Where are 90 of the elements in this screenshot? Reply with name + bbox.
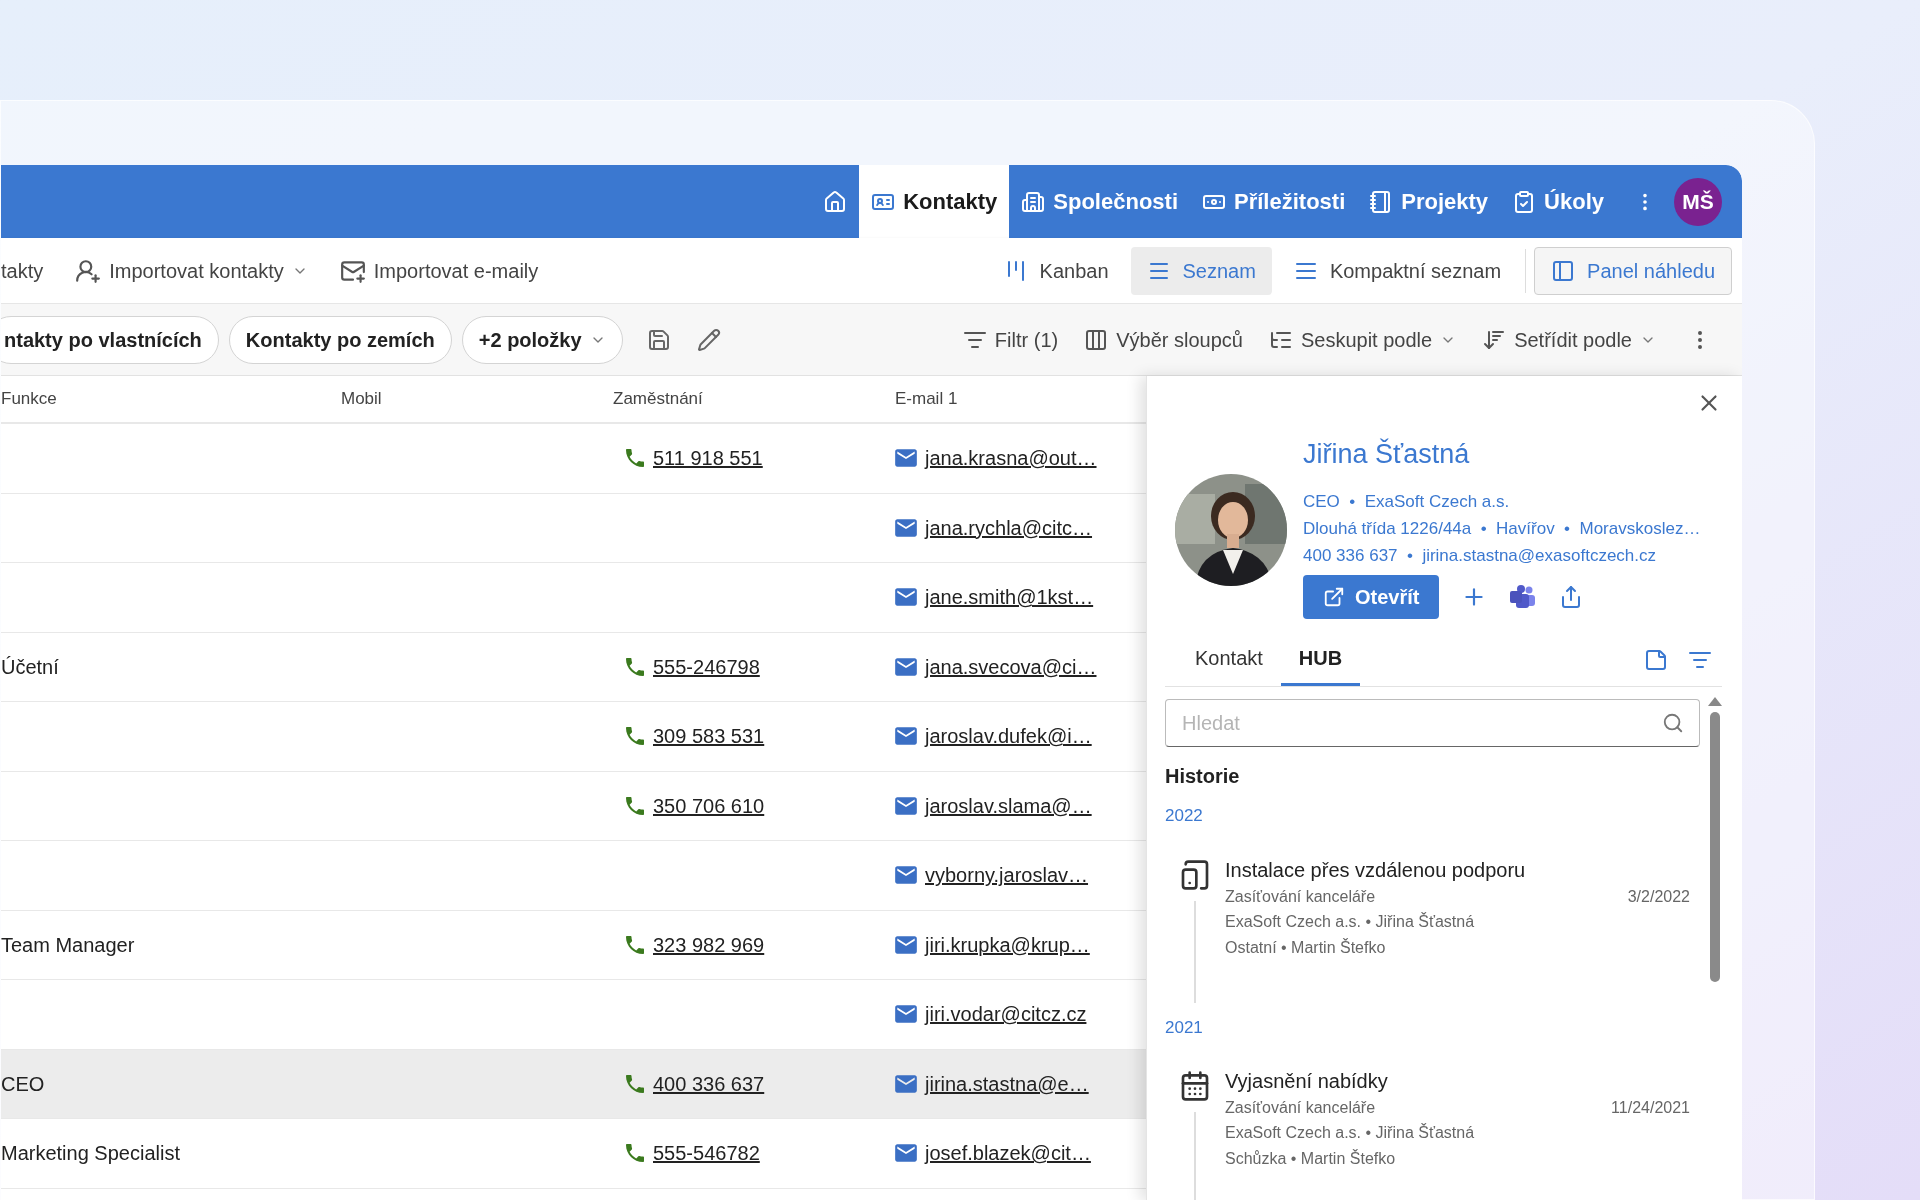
- view-tab[interactable]: Seznam: [1130, 246, 1272, 295]
- table-row[interactable]: 511 918 551 jana.krasna@out…: [1, 424, 1146, 494]
- email-link[interactable]: vyborny.jaroslav…: [925, 860, 1089, 891]
- contact-detail: Dlouhá třída 1226/44a • Havířov • Moravskoslez…: [1303, 518, 1701, 540]
- toolbar-button[interactable]: Filtr (1): [962, 324, 1059, 355]
- edit-icon[interactable]: [696, 327, 721, 352]
- contact-detail: 400 336 637 • jirina.stastna@exasoftczech.cz: [1303, 545, 1657, 567]
- view-tab[interactable]: Kanban: [987, 246, 1125, 295]
- toolbar-button[interactable]: Výběr sloupců: [1084, 324, 1243, 355]
- table-row[interactable]: jiri.vodar@citcz.cz: [1, 980, 1146, 1050]
- view-tab[interactable]: Kompaktní seznam: [1277, 246, 1518, 295]
- external-link-icon: [1323, 586, 1345, 608]
- table-row[interactable]: 309 583 531 jaroslav.dufek@i…: [1, 702, 1146, 772]
- table-row[interactable]: Team Manager 323 982 969 jiri.krupka@krup…: [1, 910, 1146, 980]
- toolbar-button[interactable]: Setřídit podle: [1482, 324, 1656, 355]
- email-link[interactable]: jana.krasna@out…: [925, 443, 1097, 474]
- history-title: Instalace přes vzdálenou podporu: [1225, 857, 1527, 883]
- table-row[interactable]: Marketing Specialist 555-546782 josef.blazek@cit…: [1, 1119, 1146, 1189]
- history-date: 3/2/2022: [1627, 886, 1690, 907]
- save-icon[interactable]: [646, 327, 671, 352]
- column-header[interactable]: Funkce: [1, 386, 341, 412]
- view-chip[interactable]: ntakty po vlastnících: [1, 315, 219, 364]
- nav-tab[interactable]: Společnosti: [1009, 165, 1190, 238]
- history-detail: ExaSoft Czech a.s. • Jiřina Šťastná: [1225, 911, 1476, 932]
- history-detail: Schůzka • Martin Štefko: [1225, 1148, 1397, 1169]
- email-link[interactable]: jane.smith@1kst…: [925, 582, 1094, 613]
- table-row[interactable]: 350 706 610 jaroslav.slama@…: [1, 771, 1146, 841]
- history-subtitle: Zasíťování kanceláře: [1225, 886, 1376, 907]
- table-row[interactable]: jana.rychla@citc…: [1, 493, 1146, 563]
- team-icon[interactable]: [1509, 585, 1538, 609]
- view-chip[interactable]: Kontakty po zemích: [228, 315, 452, 364]
- phone-link[interactable]: 555-546782: [653, 1138, 760, 1169]
- phone-link[interactable]: 400 336 637: [653, 1068, 765, 1099]
- phone-link[interactable]: 309 583 531: [653, 721, 765, 752]
- table-row[interactable]: vyborny.jaroslav…: [1, 841, 1146, 911]
- contact-add-icon: [75, 257, 102, 284]
- open-button[interactable]: Otevřít: [1303, 575, 1440, 619]
- command-button[interactable]: Importovat kontakty: [75, 255, 308, 286]
- column-header[interactable]: Mobil: [341, 386, 613, 412]
- table-row[interactable]: Účetní 555-246798 jana.svecova@ci…: [1, 632, 1146, 702]
- note-icon[interactable]: [1644, 648, 1668, 672]
- email-link[interactable]: jirina.stastna@e…: [925, 1068, 1089, 1099]
- contact-name: Jiřina Šťastná: [1303, 437, 1471, 471]
- history-date: 11/24/2021: [1611, 1098, 1690, 1118]
- email-link[interactable]: jiri.krupka@krup…: [925, 929, 1090, 960]
- email-link[interactable]: jana.svecova@ci…: [925, 651, 1097, 682]
- user-avatar[interactable]: MŠ: [1674, 177, 1722, 226]
- preview-panel-toggle[interactable]: Panel náhledu: [1534, 246, 1732, 295]
- search-field[interactable]: Hledat: [1165, 699, 1700, 747]
- home-icon: [823, 189, 848, 214]
- contact-detail: CEO • ExaSoft Czech a.s.: [1303, 491, 1511, 513]
- column-header[interactable]: E-mail 1: [885, 386, 958, 412]
- email-link[interactable]: jana.rychla@citc…: [925, 512, 1093, 543]
- year-label: 2021: [1165, 1016, 1203, 1039]
- command-button[interactable]: takty: [1, 255, 44, 286]
- phone-link[interactable]: 511 918 551: [653, 443, 763, 474]
- columns-icon: [1084, 327, 1109, 352]
- phone-link[interactable]: 555-246798: [653, 651, 760, 682]
- email-link[interactable]: jaroslav.slama@…: [925, 790, 1092, 821]
- history-detail: Ostatní • Martin Štefko: [1225, 937, 1387, 958]
- panel-tab[interactable]: HUB: [1280, 643, 1361, 686]
- table-cell: Team Manager: [1, 933, 135, 956]
- table-row[interactable]: jane.smith@1kst…: [1, 563, 1146, 633]
- history-subtitle: Zasíťování kanceláře: [1225, 1098, 1376, 1118]
- history-detail: ExaSoft Czech a.s. • Jiřina Šťastná: [1225, 1122, 1476, 1143]
- calendar-icon: [1179, 1070, 1211, 1102]
- search-icon: [1662, 712, 1684, 734]
- email-link[interactable]: jiri.vodar@citcz.cz: [925, 999, 1087, 1030]
- toolbar-button[interactable]: Seskupit podle: [1268, 324, 1457, 355]
- phone-link[interactable]: 350 706 610: [653, 790, 765, 821]
- email-link[interactable]: josef.blazek@cit…: [925, 1138, 1091, 1169]
- column-header[interactable]: Zaměstnání: [613, 386, 885, 412]
- section-title: Historie: [1165, 764, 1241, 789]
- nav-tab[interactable]: Kontakty: [859, 165, 1010, 238]
- nav-tab[interactable]: Projekty: [1357, 165, 1501, 238]
- nav-tab[interactable]: Úkoly: [1500, 165, 1616, 238]
- phone-link[interactable]: 323 982 969: [653, 929, 765, 960]
- command-button[interactable]: Importovat e-maily: [339, 255, 539, 286]
- table-cell: Účetní: [1, 655, 59, 678]
- building-icon: [1021, 189, 1046, 214]
- panel-icon: [1551, 258, 1576, 283]
- table-row[interactable]: CEO 400 336 637 jirina.stastna@e…: [1, 1049, 1146, 1119]
- panel-tab[interactable]: Kontakt: [1177, 643, 1281, 686]
- table-cell: Marketing Specialist: [1, 1142, 180, 1165]
- history-title: Vyjasnění nabídky: [1225, 1069, 1389, 1094]
- year-label: 2022: [1165, 805, 1203, 827]
- email-link[interactable]: jaroslav.dufek@i…: [925, 721, 1092, 752]
- nav-tab[interactable]: Příležitosti: [1190, 165, 1358, 238]
- table-cell: CEO: [1, 1072, 45, 1095]
- view-chip[interactable]: +2 položky: [461, 315, 623, 364]
